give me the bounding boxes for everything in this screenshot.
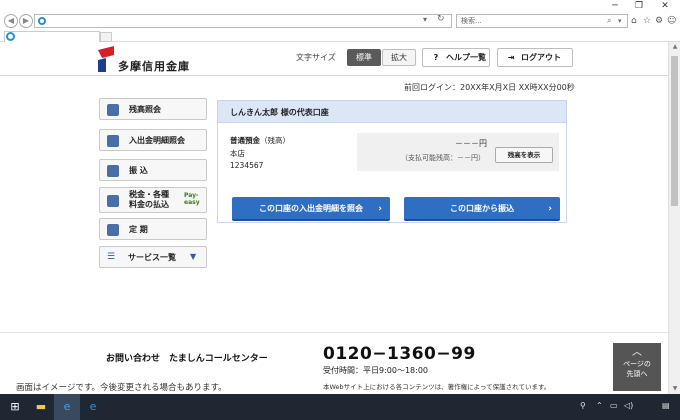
- account-panel-header: しんきん太郎 様の代表口座: [218, 101, 566, 123]
- font-size-standard-button[interactable]: 標準: [347, 49, 381, 66]
- side-menu-label: 税金・各種 料金の払込: [129, 190, 169, 209]
- browser-tab[interactable]: [4, 31, 100, 42]
- font-size-large-button[interactable]: 拡大: [382, 49, 416, 66]
- show-balance-button[interactable]: 残高を表示: [495, 147, 553, 163]
- side-menu-balance[interactable]: 残高照会: [99, 98, 207, 120]
- balance-icon: [107, 104, 119, 116]
- url-input[interactable]: ▾ ↻: [34, 14, 452, 28]
- browser-search-input[interactable]: 検索... ⌕ ▾: [456, 14, 628, 28]
- window-titlebar: ─ ❐ ✕: [0, 0, 680, 12]
- account-transfer-button[interactable]: この口座から振込 ›: [404, 197, 560, 221]
- notification-icon[interactable]: ▤: [662, 401, 670, 410]
- side-menu-time-deposit[interactable]: 定 期: [99, 218, 207, 240]
- chevron-up-icon[interactable]: ⌃: [596, 401, 603, 410]
- logout-button[interactable]: ⇥ ログアウト: [497, 48, 573, 67]
- account-branch: 本店: [230, 149, 245, 158]
- person-icon[interactable]: ⚲: [580, 401, 586, 410]
- available-balance: （支払可能残高：－－円）: [401, 154, 485, 162]
- account-title: しんきん太郎 様の代表口座: [230, 108, 329, 117]
- account-statement-button[interactable]: この口座の入出金明細を照会 ›: [232, 197, 390, 221]
- font-size-label: 文字サイズ: [296, 53, 336, 62]
- windows-start-icon[interactable]: ⊞: [2, 394, 28, 420]
- home-icon[interactable]: ⌂: [631, 14, 637, 28]
- volume-icon[interactable]: ◁): [624, 401, 633, 410]
- time-deposit-icon: [107, 224, 119, 236]
- side-menu-label: 振 込: [129, 166, 148, 175]
- search-placeholder: 検索...: [461, 17, 482, 25]
- help-label: ヘルプ一覧: [446, 53, 486, 62]
- star-icon[interactable]: ☆: [643, 14, 651, 28]
- account-number: 1234567: [230, 161, 264, 170]
- file-explorer-icon[interactable]: ▬: [28, 394, 54, 420]
- logout-label: ログアウト: [521, 53, 561, 62]
- chevron-down-icon: ▼: [190, 252, 197, 261]
- account-panel: しんきん太郎 様の代表口座 普通預金（残高） 本店 1234567 －－－円 （…: [217, 100, 567, 223]
- scroll-thumb[interactable]: [671, 56, 678, 206]
- back-icon[interactable]: ◀: [4, 14, 18, 28]
- refresh-icon[interactable]: ↻: [437, 14, 445, 24]
- side-menu-label: 定 期: [129, 225, 148, 234]
- help-button[interactable]: ? ヘルプ一覧: [422, 48, 490, 67]
- payeasy-logo: Pay-easy: [184, 192, 200, 206]
- ie-page-icon: [38, 17, 46, 25]
- new-tab-button[interactable]: [100, 32, 112, 42]
- gear-icon[interactable]: ⚙: [655, 14, 663, 28]
- site-header: 多摩信用金庫 文字サイズ 標準 拡大 ? ヘルプ一覧 ⇥ ログアウト: [0, 42, 668, 76]
- list-icon: ☰: [107, 252, 116, 262]
- side-menu-label: サービス一覧: [128, 253, 176, 262]
- scroll-down-icon[interactable]: ▼: [669, 384, 680, 394]
- edge-icon[interactable]: e: [80, 394, 106, 420]
- side-menu-statement[interactable]: 入出金明細照会: [99, 129, 207, 151]
- inquiry-label: お問い合わせ たましんコールセンター: [106, 354, 268, 364]
- chevron-down-icon[interactable]: ▾: [618, 15, 622, 27]
- logo-mark-icon: [98, 46, 114, 72]
- restore-icon[interactable]: ❐: [628, 0, 650, 12]
- network-icon[interactable]: ▭: [610, 401, 618, 410]
- balance-box: －－－円 （支払可能残高：－－円） 残高を表示: [357, 133, 559, 171]
- page-scrollbar[interactable]: ▲ ▼: [668, 42, 680, 394]
- search-icon[interactable]: ⌕: [607, 15, 611, 27]
- question-icon: ?: [433, 53, 439, 62]
- page-top-button[interactable]: ︿ ページの 先頭へ: [613, 343, 661, 391]
- minimize-icon[interactable]: ─: [604, 0, 626, 12]
- account-type: 普通預金（残高）: [230, 136, 290, 145]
- brand-name[interactable]: 多摩信用金庫: [118, 58, 190, 74]
- transfer-icon: [107, 165, 119, 177]
- logout-icon: ⇥: [507, 53, 515, 62]
- chevron-up-icon: ︿: [632, 347, 642, 358]
- side-menu-services[interactable]: ☰ サービス一覧 ▼: [99, 246, 207, 268]
- chevron-right-icon: ›: [548, 204, 552, 214]
- smiley-icon[interactable]: ☺: [667, 14, 676, 28]
- side-menu-label: 残高照会: [129, 105, 161, 114]
- search-icon: [107, 135, 119, 147]
- button-label: この口座から振込: [450, 204, 514, 213]
- ie-tab-icon: [6, 32, 15, 41]
- payment-icon: [107, 195, 119, 207]
- balance-amount: －－－円: [455, 139, 487, 148]
- copyright-notice: 本Webサイト上における各コンテンツは、著作権によって保護されています。: [323, 383, 551, 391]
- button-label: この口座の入出金明細を照会: [259, 204, 363, 213]
- site-footer: お問い合わせ たましんコールセンター 0120−1360−99 受付時間：平日9…: [0, 332, 668, 394]
- chevron-right-icon: ›: [378, 204, 382, 214]
- forward-icon[interactable]: ▶: [19, 14, 33, 28]
- image-disclaimer: 画面はイメージです。今後変更される場合もあります。: [16, 383, 227, 393]
- dropdown-icon[interactable]: ▾: [423, 15, 427, 24]
- taskbar: ⊞ ▬ e e ⚲ ⌃ ▭ ◁) ▤: [0, 394, 680, 420]
- side-menu-transfer[interactable]: 振 込: [99, 159, 207, 181]
- scroll-up-icon[interactable]: ▲: [669, 42, 680, 52]
- phone-number: 0120−1360−99: [323, 344, 476, 364]
- last-login-text: 前回ログイン：20XX年X月X日 XX時XX分00秒: [404, 83, 575, 92]
- close-icon[interactable]: ✕: [654, 0, 676, 12]
- side-menu-tax-payment[interactable]: 税金・各種 料金の払込 Pay-easy: [99, 187, 207, 213]
- internet-explorer-icon[interactable]: e: [54, 394, 80, 420]
- business-hours: 受付時間：平日9:00〜18:00: [323, 366, 429, 375]
- side-menu-label: 入出金明細照会: [129, 136, 185, 145]
- web-page: 多摩信用金庫 文字サイズ 標準 拡大 ? ヘルプ一覧 ⇥ ログアウト 前回ログイン：…: [0, 42, 668, 394]
